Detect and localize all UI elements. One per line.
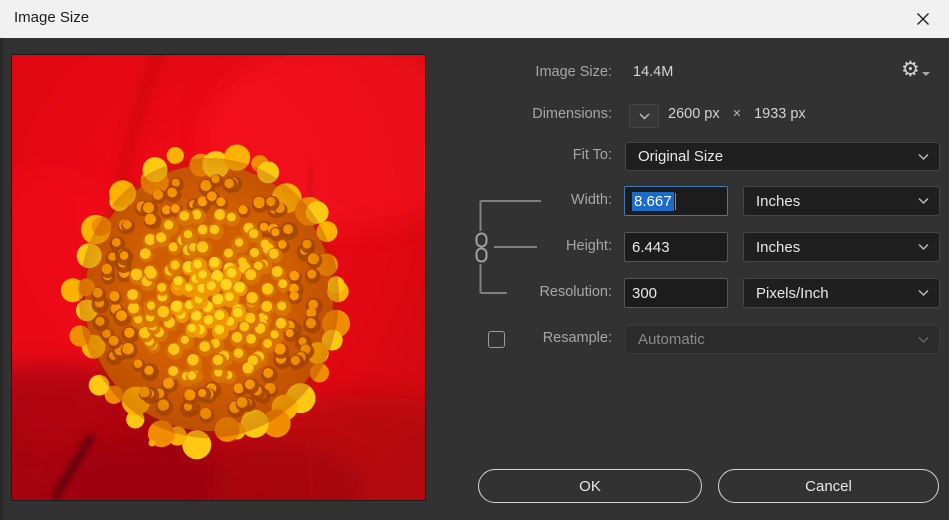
close-icon [916,12,930,26]
chevron-down-icon [918,153,929,160]
dimensions-times: × [733,106,741,122]
width-unit-value: Inches [744,193,800,210]
dimensions-label: Dimensions: [470,106,612,122]
options-gear-button[interactable]: ⚙ [901,58,937,86]
dimensions-values: 2600 px × 1933 px [668,106,806,122]
height-input[interactable]: 6.443 [624,232,728,262]
cancel-button[interactable]: Cancel [718,469,939,503]
height-unit-select[interactable]: Inches [743,232,940,262]
dimensions-width-value: 2600 px [668,106,720,122]
chevron-down-icon [918,290,929,297]
resolution-unit-select[interactable]: Pixels/Inch [743,278,940,308]
width-input[interactable]: 8.667 [624,186,728,216]
chevron-down-icon [918,198,929,205]
resolution-input[interactable]: 300 [624,278,728,308]
dimensions-unit-button[interactable] [629,104,659,128]
chevron-down-icon [639,113,650,120]
fit-to-select[interactable]: Original Size [625,142,940,171]
gear-menu-arrow-icon [922,72,930,76]
text-caret [675,193,676,210]
height-label: Height: [470,238,612,254]
ok-button[interactable]: OK [478,469,702,503]
resolution-unit-value: Pixels/Inch [744,285,829,302]
dimensions-height-value: 1933 px [754,106,806,122]
resolution-input-text: 300 [632,285,657,302]
height-unit-value: Inches [744,239,800,256]
chevron-down-icon [918,244,929,251]
resample-method-select[interactable]: Automatic [625,325,940,354]
image-size-label: Image Size: [470,64,612,80]
width-label: Width: [470,192,612,208]
resolution-label: Resolution: [470,284,612,300]
image-size-value: 14.4M [633,64,673,80]
left-edge-shadow [0,38,3,520]
gear-icon: ⚙ [901,58,920,82]
image-preview [12,55,425,500]
dialog-title: Image Size [14,9,89,26]
fit-to-selected-value: Original Size [626,148,723,165]
close-button[interactable] [903,0,943,38]
width-unit-select[interactable]: Inches [743,186,940,216]
dialog-titlebar[interactable]: Image Size [0,0,949,38]
fit-to-label: Fit To: [470,147,612,163]
chevron-down-icon [918,336,929,343]
resample-method-value: Automatic [626,331,705,348]
resample-label: Resample: [470,330,612,346]
width-input-selected-text: 8.667 [632,192,674,211]
height-input-text: 6.443 [632,239,670,256]
